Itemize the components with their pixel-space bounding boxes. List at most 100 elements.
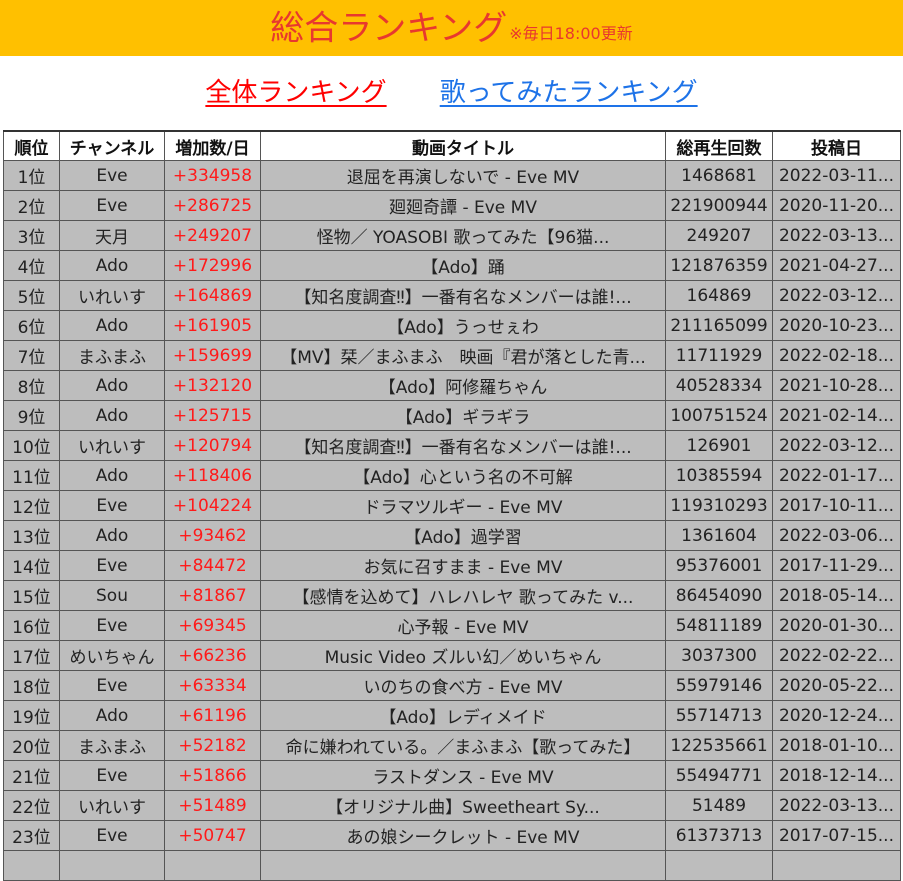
video-title-cell[interactable]: 【Ado】レディメイド: [260, 700, 666, 731]
channel-cell[interactable]: めいちゃん: [59, 640, 165, 671]
video-title-cell[interactable]: 【Ado】阿修羅ちゃん: [260, 370, 666, 401]
rank-cell[interactable]: 17位: [3, 640, 60, 671]
channel-cell[interactable]: いれいす: [59, 430, 165, 461]
column-header-increase[interactable]: 増加数/日: [164, 130, 261, 161]
rank-cell[interactable]: 23位: [3, 820, 60, 851]
video-title-cell[interactable]: ドラマツルギー - Eve MV: [260, 490, 666, 521]
channel-cell[interactable]: Eve: [59, 670, 165, 701]
table-row[interactable]: 14位 Eve +84472 お気に召すまま - Eve MV 95376001 2017…: [3, 550, 901, 581]
table-row[interactable]: 16位 Eve +69345 心予報 - Eve MV 54811189 2020-01-…: [3, 610, 901, 641]
channel-cell[interactable]: Eve: [59, 490, 165, 521]
video-title-cell[interactable]: あの娘シークレット - Eve MV: [260, 820, 666, 851]
rank-cell[interactable]: 9位: [3, 400, 60, 431]
video-title-cell[interactable]: 【知名度調査‼】一番有名なメンバーは誰!...: [260, 280, 666, 311]
rank-cell[interactable]: 21位: [3, 760, 60, 791]
video-title-cell[interactable]: お気に召すまま - Eve MV: [260, 550, 666, 581]
rank-cell[interactable]: 19位: [3, 700, 60, 731]
table-row[interactable]: 1位 Eve +334958 退屈を再演しないで - Eve MV 1468681 202…: [3, 160, 901, 191]
table-row[interactable]: 23位 Eve +50747 あの娘シークレット - Eve MV 61373713 20…: [3, 820, 901, 851]
channel-cell[interactable]: Eve: [59, 610, 165, 641]
video-title-cell[interactable]: 【オリジナル曲】Sweetheart Sy...: [260, 790, 666, 821]
rank-cell[interactable]: 5位: [3, 280, 60, 311]
channel-cell[interactable]: Sou: [59, 580, 165, 611]
video-title-cell[interactable]: ラストダンス - Eve MV: [260, 760, 666, 791]
column-header-views[interactable]: 総再生回数: [665, 130, 773, 161]
channel-cell[interactable]: Ado: [59, 700, 165, 731]
video-title-cell[interactable]: 【Ado】過学習: [260, 520, 666, 551]
video-title-cell[interactable]: 命に嫌われている。／まふまふ【歌ってみた】: [260, 730, 666, 761]
channel-cell[interactable]: [59, 850, 165, 881]
table-row[interactable]: 7位 まふまふ +159699 【MV】栞／まふまふ 映画『君が落とした青... 117…: [3, 340, 901, 371]
video-title-cell[interactable]: 【Ado】踊: [260, 250, 666, 281]
video-title-cell[interactable]: 【Ado】心という名の不可解: [260, 460, 666, 491]
rank-cell[interactable]: 12位: [3, 490, 60, 521]
channel-cell[interactable]: Ado: [59, 400, 165, 431]
video-title-cell[interactable]: Music Video ズルい幻／めいちゃん: [260, 640, 666, 671]
channel-cell[interactable]: Ado: [59, 460, 165, 491]
table-row[interactable]: 13位 Ado +93462 【Ado】過学習 1361604 2022-03-06...: [3, 520, 901, 551]
video-title-cell[interactable]: 退屈を再演しないで - Eve MV: [260, 160, 666, 191]
rank-cell[interactable]: 14位: [3, 550, 60, 581]
rank-cell[interactable]: [3, 850, 60, 881]
table-row[interactable]: 8位 Ado +132120 【Ado】阿修羅ちゃん 40528334 2021-10-2…: [3, 370, 901, 401]
rank-cell[interactable]: 13位: [3, 520, 60, 551]
video-title-cell[interactable]: 【Ado】うっせぇわ: [260, 310, 666, 341]
channel-cell[interactable]: Ado: [59, 370, 165, 401]
table-row[interactable]: 4位 Ado +172996 【Ado】踊 121876359 2021-04-27...: [3, 250, 901, 281]
table-row[interactable]: 19位 Ado +61196 【Ado】レディメイド 55714713 2020-12-2…: [3, 700, 901, 731]
table-row[interactable]: 10位 いれいす +120794 【知名度調査‼】一番有名なメンバーは誰!... 126…: [3, 430, 901, 461]
video-title-cell[interactable]: 【感情を込めて】ハレハレヤ 歌ってみた v...: [260, 580, 666, 611]
video-title-cell[interactable]: 【MV】栞／まふまふ 映画『君が落とした青...: [260, 340, 666, 371]
table-row[interactable]: 20位 まふまふ +52182 命に嫌われている。／まふまふ【歌ってみた】 122535…: [3, 730, 901, 761]
channel-cell[interactable]: Ado: [59, 250, 165, 281]
rank-cell[interactable]: 8位: [3, 370, 60, 401]
rank-cell[interactable]: 10位: [3, 430, 60, 461]
channel-cell[interactable]: Eve: [59, 550, 165, 581]
rank-cell[interactable]: 7位: [3, 340, 60, 371]
rank-cell[interactable]: 22位: [3, 790, 60, 821]
all-ranking-link[interactable]: 全体ランキング: [205, 56, 386, 130]
video-title-cell[interactable]: 【Ado】ギラギラ: [260, 400, 666, 431]
video-title-cell[interactable]: [260, 850, 666, 881]
rank-cell[interactable]: 6位: [3, 310, 60, 341]
table-row[interactable]: 18位 Eve +63334 いのちの食べ方 - Eve MV 55979146 2020…: [3, 670, 901, 701]
utattemita-ranking-link[interactable]: 歌ってみたランキング: [440, 56, 698, 130]
table-row[interactable]: 5位 いれいす +164869 【知名度調査‼】一番有名なメンバーは誰!... 1648…: [3, 280, 901, 311]
rank-cell[interactable]: 2位: [3, 190, 60, 221]
channel-cell[interactable]: いれいす: [59, 280, 165, 311]
table-row[interactable]: 22位 いれいす +51489 【オリジナル曲】Sweetheart Sy... 514…: [3, 790, 901, 821]
channel-cell[interactable]: Ado: [59, 310, 165, 341]
rank-cell[interactable]: 1位: [3, 160, 60, 191]
column-header-date[interactable]: 投稿日: [772, 130, 901, 161]
rank-cell[interactable]: 20位: [3, 730, 60, 761]
rank-cell[interactable]: 11位: [3, 460, 60, 491]
video-title-cell[interactable]: 心予報 - Eve MV: [260, 610, 666, 641]
table-row[interactable]: 15位 Sou +81867 【感情を込めて】ハレハレヤ 歌ってみた v... 8645…: [3, 580, 901, 611]
video-title-cell[interactable]: いのちの食べ方 - Eve MV: [260, 670, 666, 701]
channel-cell[interactable]: Eve: [59, 760, 165, 791]
rank-cell[interactable]: 4位: [3, 250, 60, 281]
rank-cell[interactable]: 3位: [3, 220, 60, 251]
video-title-cell[interactable]: 怪物／ YOASOBI 歌ってみた【96猫...: [260, 220, 666, 251]
channel-cell[interactable]: Eve: [59, 820, 165, 851]
video-title-cell[interactable]: 廻廻奇譚 - Eve MV: [260, 190, 666, 221]
channel-cell[interactable]: 天月: [59, 220, 165, 251]
video-title-cell[interactable]: 【知名度調査‼】一番有名なメンバーは誰!...: [260, 430, 666, 461]
channel-cell[interactable]: まふまふ: [59, 730, 165, 761]
table-row[interactable]: [3, 850, 901, 881]
channel-cell[interactable]: Eve: [59, 190, 165, 221]
channel-cell[interactable]: Ado: [59, 520, 165, 551]
rank-cell[interactable]: 16位: [3, 610, 60, 641]
column-header-channel[interactable]: チャンネル: [59, 130, 165, 161]
rank-cell[interactable]: 15位: [3, 580, 60, 611]
table-row[interactable]: 12位 Eve +104224 ドラマツルギー - Eve MV 119310293 20…: [3, 490, 901, 521]
rank-cell[interactable]: 18位: [3, 670, 60, 701]
table-row[interactable]: 17位 めいちゃん +66236 Music Video ズルい幻／めいちゃん 3037…: [3, 640, 901, 671]
table-row[interactable]: 21位 Eve +51866 ラストダンス - Eve MV 55494771 2018-…: [3, 760, 901, 791]
column-header-title[interactable]: 動画タイトル: [260, 130, 666, 161]
table-row[interactable]: 6位 Ado +161905 【Ado】うっせぇわ 211165099 2020-10-2…: [3, 310, 901, 341]
channel-cell[interactable]: まふまふ: [59, 340, 165, 371]
table-row[interactable]: 2位 Eve +286725 廻廻奇譚 - Eve MV 221900944 2020-1…: [3, 190, 901, 221]
channel-cell[interactable]: Eve: [59, 160, 165, 191]
table-row[interactable]: 3位 天月 +249207 怪物／ YOASOBI 歌ってみた【96猫... 24920…: [3, 220, 901, 251]
